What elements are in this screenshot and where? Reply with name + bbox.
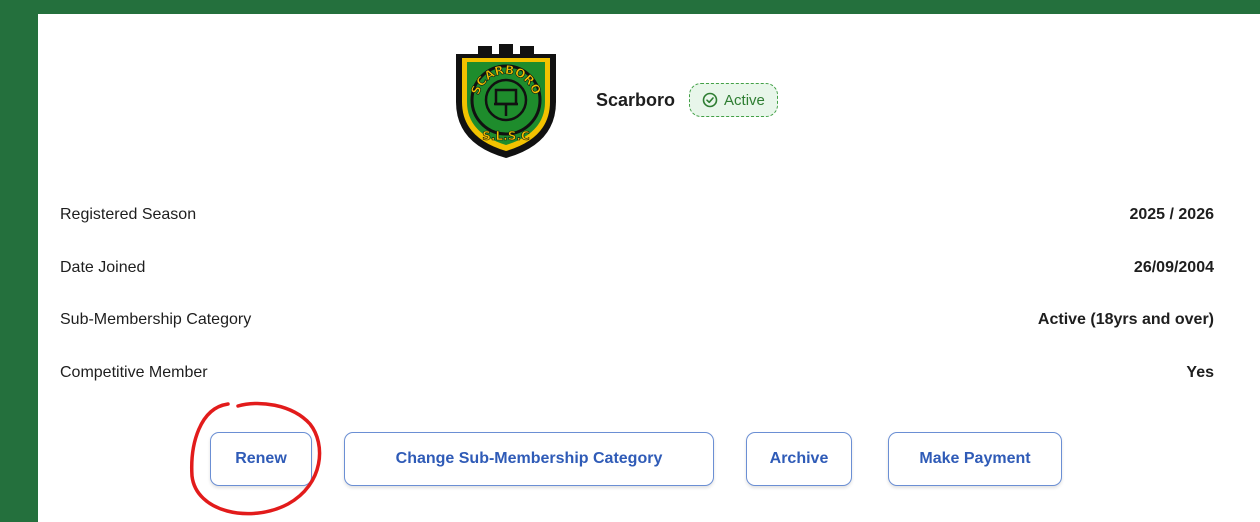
archive-button[interactable]: Archive	[746, 432, 852, 486]
status-badge: Active	[689, 83, 778, 117]
detail-row-competitive-member: Competitive Member Yes	[60, 364, 1214, 417]
make-payment-button[interactable]: Make Payment	[888, 432, 1062, 486]
logo-text-bottom: S.L.S.C	[482, 129, 530, 143]
membership-details: Registered Season 2025 / 2026 Date Joine…	[60, 206, 1214, 416]
detail-label: Registered Season	[60, 206, 197, 223]
detail-value: 26/09/2004	[1133, 258, 1214, 276]
detail-value: 2025 / 2026	[1129, 206, 1214, 223]
detail-value: Yes	[1186, 363, 1214, 381]
club-logo: SCARBORO S.L.S.C	[456, 44, 556, 158]
detail-row-date-joined: Date Joined 26/09/2004	[60, 259, 1214, 312]
membership-card: SCARBORO S.L.S.C Scarboro Active Registe…	[38, 14, 1260, 522]
renew-button[interactable]: Renew	[210, 432, 312, 486]
detail-row-sub-membership-category: Sub-Membership Category Active (18yrs an…	[60, 311, 1214, 364]
change-sub-membership-category-button[interactable]: Change Sub-Membership Category	[344, 432, 714, 486]
club-name: Scarboro	[596, 89, 676, 110]
detail-label: Date Joined	[60, 258, 146, 276]
detail-label: Sub-Membership Category	[60, 311, 252, 328]
status-label: Active	[724, 91, 765, 109]
detail-value: Active (18yrs and over)	[1037, 311, 1214, 328]
detail-row-registered-season: Registered Season 2025 / 2026	[60, 206, 1214, 259]
action-buttons: Renew Change Sub-Membership Category Arc…	[38, 432, 1260, 486]
check-circle-icon	[702, 92, 718, 108]
club-header: SCARBORO S.L.S.C Scarboro Active	[448, 40, 778, 160]
detail-label: Competitive Member	[60, 363, 208, 381]
